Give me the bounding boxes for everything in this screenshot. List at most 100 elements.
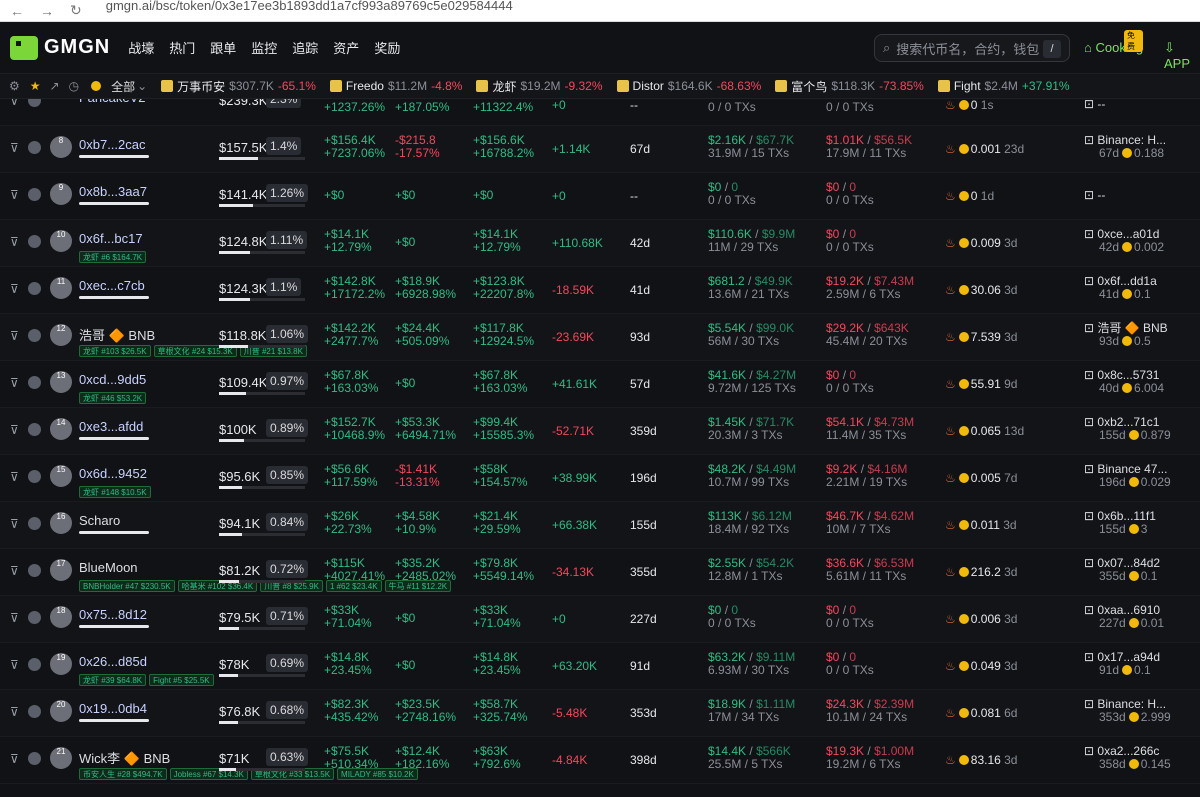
- app-download-button[interactable]: ⇩ APP: [1164, 40, 1200, 71]
- funding-source[interactable]: ⊡ 0xb2...71c1 155d 0.879: [1084, 416, 1171, 442]
- wallet-chart-icon[interactable]: [28, 517, 41, 530]
- filter-icon[interactable]: ⊽: [10, 99, 19, 108]
- wallet-chart-icon[interactable]: [28, 141, 41, 154]
- wallet-address[interactable]: 0x8b...3aa7: [79, 184, 147, 199]
- ticker-item[interactable]: 龙虾 $19.2M -9.32%: [476, 78, 603, 95]
- wallet-address[interactable]: 浩哥 🔶 BNB: [79, 325, 155, 344]
- ticker-item[interactable]: Freedo $11.2M -4.8%: [329, 79, 462, 93]
- ticker-item[interactable]: 富个鸟 $118.3K -73.85%: [775, 78, 924, 95]
- back-icon[interactable]: ←: [10, 3, 24, 19]
- table-row[interactable]: ⊽ 11 0xec...c7cb $124.3K 1.1% +$142.8K +17172.…: [0, 267, 1200, 314]
- wallet-address[interactable]: 0xec...c7cb: [79, 278, 145, 293]
- menu-item[interactable]: 追踪: [292, 38, 318, 57]
- wallet-chart-icon[interactable]: [28, 235, 41, 248]
- wallet-chart-icon[interactable]: [28, 329, 41, 342]
- holding-badge[interactable]: 龙虾 #103 $26.5K: [79, 345, 151, 357]
- holding-badge[interactable]: BNBHolder #47 $230.5K: [79, 580, 175, 592]
- source-name[interactable]: ⊡ 浩哥 🔶 BNB: [1084, 322, 1168, 335]
- reload-icon[interactable]: ↻: [70, 2, 82, 19]
- table-row[interactable]: ⊽ 19 0x26...d85d 龙虾 #39 $64.8K Fight #5 $25.…: [0, 643, 1200, 690]
- search-input[interactable]: ⌕ 搜索代币名，合约，钱包 /: [874, 34, 1070, 62]
- filter-dropdown[interactable]: 全部: [111, 78, 135, 95]
- funding-source[interactable]: ⊡ Binance: H... 353d 2.999: [1084, 698, 1171, 724]
- history-icon[interactable]: ◷: [69, 79, 79, 93]
- wallet-address[interactable]: BlueMoon: [79, 560, 138, 575]
- wallet-address[interactable]: Wick李 🔶 BNB: [79, 748, 170, 767]
- filter-icon[interactable]: ⊽: [10, 705, 19, 719]
- menu-item[interactable]: 奖励: [374, 38, 400, 57]
- table-row[interactable]: ⊽ 17 BlueMoon BNBHolder #47 $230.5K 哈基米 #102…: [0, 549, 1200, 596]
- holding-badge[interactable]: Fight #5 $25.5K: [149, 674, 214, 686]
- funding-source[interactable]: ⊡ 0xaa...6910 227d 0.01: [1084, 604, 1164, 630]
- filter-icon[interactable]: ⊽: [10, 282, 19, 296]
- wallet-chart-icon[interactable]: [28, 188, 41, 201]
- forward-icon[interactable]: →: [40, 3, 54, 19]
- wallet-address[interactable]: 0x19...0db4: [79, 701, 147, 716]
- filter-icon[interactable]: ⊽: [10, 235, 19, 249]
- wallet-address[interactable]: 0x75...8d12: [79, 607, 147, 622]
- table-row[interactable]: ⊽ 16 Scharo $94.1K 0.84% +$26K +22.73% +$4.58K +…: [0, 502, 1200, 549]
- table-row[interactable]: ⊽ 9 0x8b...3aa7 $141.4K 1.26% +$0 +$0 +$0 +0 -- $0…: [0, 173, 1200, 220]
- wallet-chart-icon[interactable]: [28, 282, 41, 295]
- wallet-chart-icon[interactable]: [28, 470, 41, 483]
- url-text[interactable]: gmgn.ai/bsc/token/0x3e17ee3b1893dd1a7cf9…: [106, 0, 513, 13]
- holding-badge[interactable]: 龙虾 #148 $10.5K: [79, 486, 151, 498]
- ticker-item[interactable]: 万事币安 $307.7K -65.1%: [161, 78, 316, 95]
- wallet-address[interactable]: Scharo: [79, 513, 120, 528]
- table-row[interactable]: ⊽ 20 0x19...0db4 $76.8K 0.68% +$82.3K +435.42%…: [0, 690, 1200, 737]
- filter-icon[interactable]: ⊽: [10, 752, 19, 766]
- holding-badge[interactable]: 龙虾 #39 $64.8K: [79, 674, 147, 686]
- funding-source[interactable]: ⊡ --: [1084, 189, 1105, 202]
- funding-source[interactable]: ⊡ Binance 47... 196d 0.029: [1084, 463, 1171, 489]
- wallet-address[interactable]: 0xcd...9dd5: [79, 372, 146, 387]
- funding-source[interactable]: ⊡ 浩哥 🔶 BNB 93d 0.5: [1084, 322, 1168, 348]
- table-row[interactable]: ⊽ 14 0xe3...afdd $100K 0.89% +$152.7K +10468.9…: [0, 408, 1200, 455]
- wallet-chart-icon[interactable]: [28, 752, 41, 765]
- gmgn-logo[interactable]: GMGN: [10, 35, 110, 60]
- table-row[interactable]: ⊽ 8 0xb7...2cac $157.5K 1.4% +$156.4K +7237.06…: [0, 126, 1200, 173]
- funding-source[interactable]: ⊡ 0xa2...266c 358d 0.145: [1084, 745, 1171, 771]
- cooking-button[interactable]: ⌂ Cooking 免费: [1084, 30, 1144, 55]
- wallet-address[interactable]: 0x6f...bc17: [79, 231, 143, 246]
- settings-icon[interactable]: ⚙: [9, 79, 20, 93]
- funding-source[interactable]: ⊡ Binance: H... 67d 0.188: [1084, 134, 1166, 160]
- wallet-chart-icon[interactable]: [28, 705, 41, 718]
- wallet-address[interactable]: 0xe3...afdd: [79, 419, 143, 434]
- holding-badge[interactable]: 币安人生 #28 $494.7K: [79, 768, 167, 780]
- chart-icon[interactable]: ↗: [50, 79, 60, 93]
- wallet-chart-icon[interactable]: [28, 376, 41, 389]
- table-row-partial[interactable]: ⊽ PancakeV2 $239.3K2.3% +1237.26% +187.05% +1…: [0, 99, 1200, 126]
- holding-badge[interactable]: 龙虾 #6 $164.7K: [79, 251, 147, 263]
- wallet-chart-icon[interactable]: [28, 564, 41, 577]
- funding-source[interactable]: ⊡ 0x8c...5731 40d 6.004: [1084, 369, 1164, 395]
- menu-item[interactable]: 战壕: [128, 38, 154, 57]
- funding-source[interactable]: ⊡ 0x17...a94d 91d 0.1: [1084, 651, 1160, 677]
- filter-icon[interactable]: ⊽: [10, 329, 19, 343]
- filter-icon[interactable]: ⊽: [10, 376, 19, 390]
- wallet-chart-icon[interactable]: [28, 611, 41, 624]
- menu-item[interactable]: 跟单: [210, 38, 236, 57]
- filter-icon[interactable]: ⊽: [10, 564, 19, 578]
- funding-source[interactable]: ⊡ 0xce...a01d 42d 0.002: [1084, 228, 1164, 254]
- table-row[interactable]: ⊽ 21 Wick李 🔶 BNB 币安人生 #28 $494.7K Jobless #6…: [0, 737, 1200, 784]
- filter-icon[interactable]: ⊽: [10, 188, 19, 202]
- table-row[interactable]: ⊽ 18 0x75...8d12 $79.5K 0.71% +$33K +71.04% +$0…: [0, 596, 1200, 643]
- menu-item[interactable]: 热门: [169, 38, 195, 57]
- filter-icon[interactable]: ⊽: [10, 517, 19, 531]
- filter-icon[interactable]: ⊽: [10, 423, 19, 437]
- holding-badge[interactable]: 龙虾 #46 $53.2K: [79, 392, 147, 404]
- funding-source[interactable]: ⊡ 0x6f...dd1a 41d 0.1: [1084, 275, 1157, 301]
- table-row[interactable]: ⊽ 15 0x6d...9452 龙虾 #148 $10.5K $95.6K 0.85% +…: [0, 455, 1200, 502]
- table-row[interactable]: ⊽ 13 0xcd...9dd5 龙虾 #46 $53.2K $109.4K 0.97% +…: [0, 361, 1200, 408]
- wallet-address[interactable]: 0xb7...2cac: [79, 137, 146, 152]
- wallet-chart-icon[interactable]: [28, 658, 41, 671]
- menu-item[interactable]: 资产: [333, 38, 359, 57]
- filter-icon[interactable]: ⊽: [10, 658, 19, 672]
- filter-icon[interactable]: ⊽: [10, 141, 19, 155]
- wallet-address[interactable]: PancakeV2: [79, 99, 146, 105]
- browser-url-bar[interactable]: ← → ↻ gmgn.ai/bsc/token/0x3e17ee3b1893dd…: [0, 0, 1200, 22]
- filter-icon[interactable]: ⊽: [10, 611, 19, 625]
- funding-source[interactable]: ⊡ 0x6b...11f1 155d 3: [1084, 510, 1156, 536]
- wallet-address[interactable]: 0x6d...9452: [79, 466, 147, 481]
- funding-source[interactable]: ⊡ 0x07...84d2 355d 0.1: [1084, 557, 1160, 583]
